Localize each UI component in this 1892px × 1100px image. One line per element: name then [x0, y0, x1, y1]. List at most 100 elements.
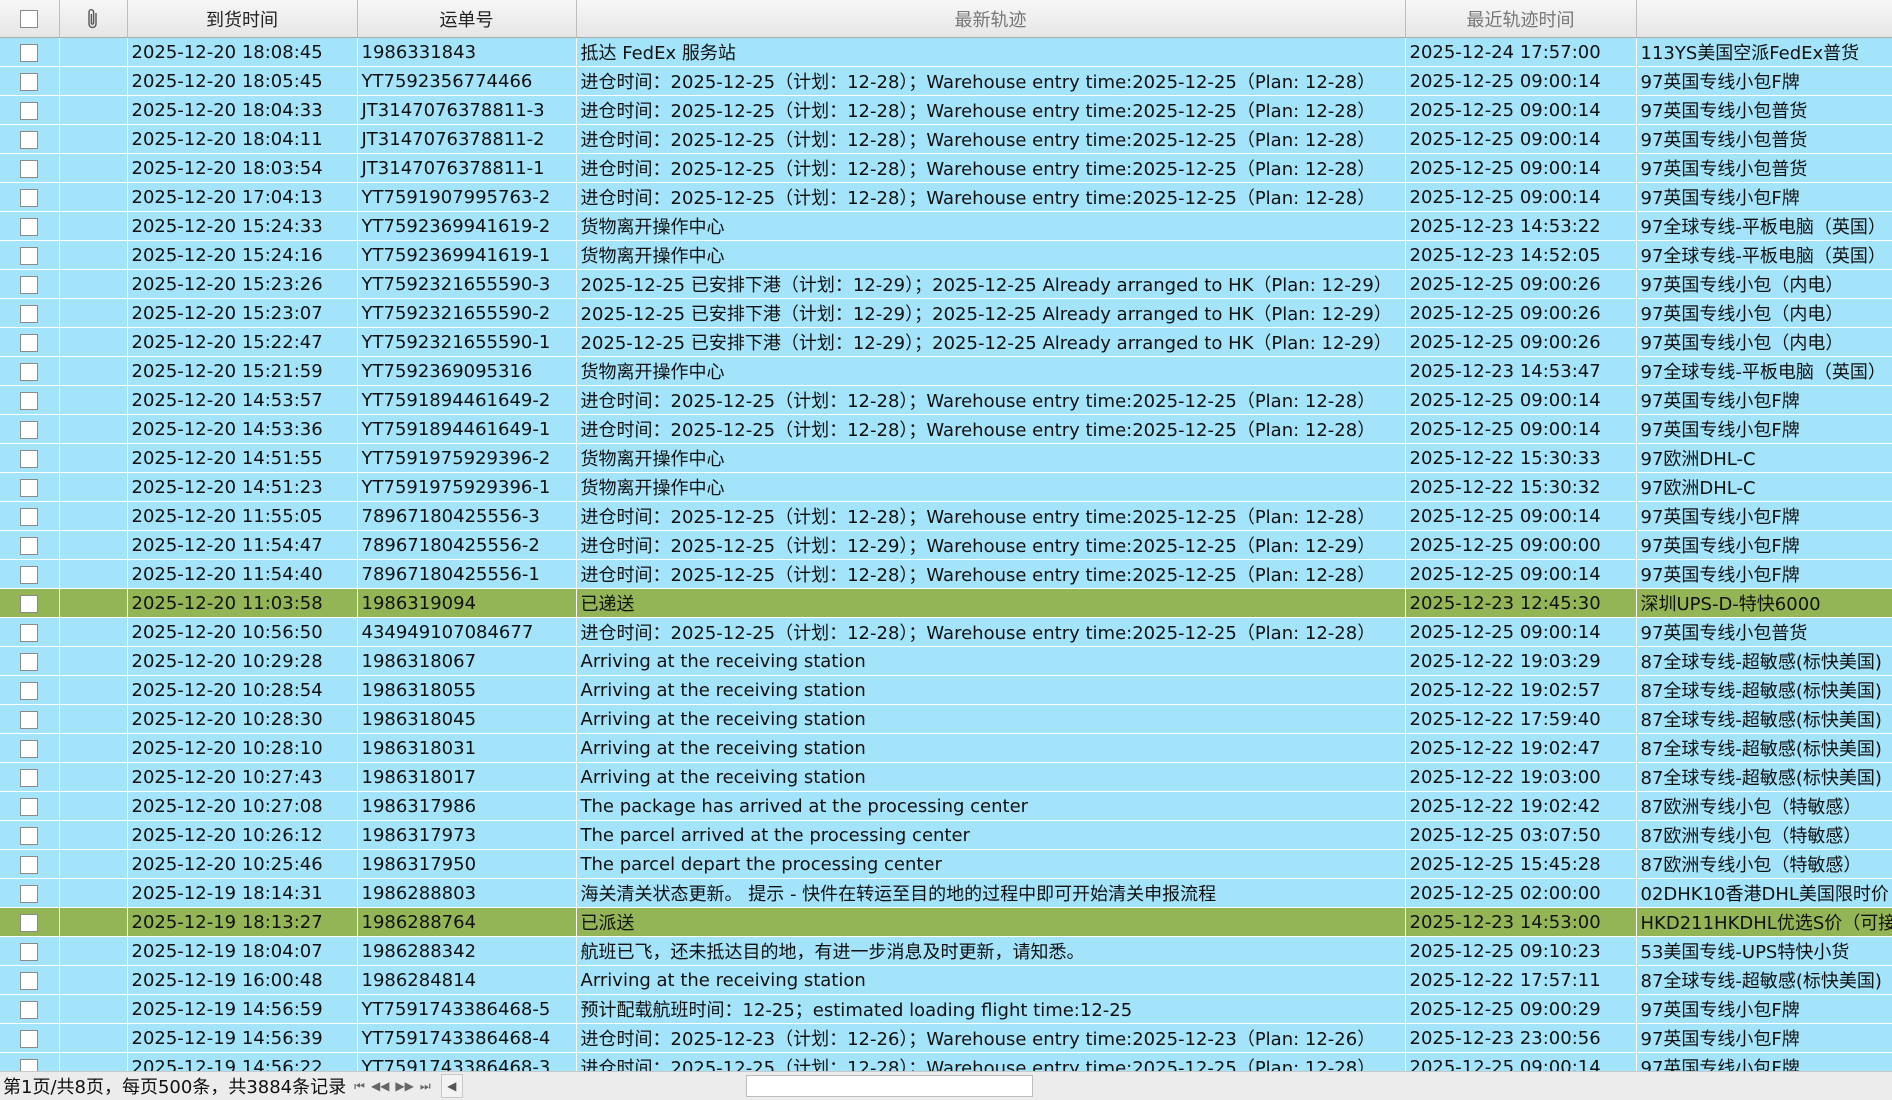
- latest-track-cell[interactable]: 进仓时间：2025-12-25（计划：12-28）；Warehouse entr…: [576, 617, 1406, 647]
- table-row[interactable]: 2025-12-20 14:53:36 YT7591894461649-1 进仓时间…: [0, 414, 1892, 444]
- table-row[interactable]: 2025-12-20 10:28:30 1986318045 Arriving at…: [0, 704, 1892, 734]
- row-checkbox[interactable]: [20, 420, 39, 439]
- row-checkbox[interactable]: [20, 797, 39, 816]
- arrival-time-cell[interactable]: 2025-12-20 10:56:50: [127, 617, 358, 647]
- channel-cell[interactable]: 97英国专线小包F牌: [1636, 182, 1892, 212]
- waybill-no-cell[interactable]: YT7592356774466: [357, 66, 577, 96]
- table-row[interactable]: 2025-12-20 15:22:47 YT7592321655590-1 2025…: [0, 327, 1892, 357]
- channel-cell[interactable]: 87欧洲专线小包（特敏感）: [1636, 849, 1892, 879]
- latest-track-time-cell[interactable]: 2025-12-23 14:53:47: [1405, 356, 1637, 386]
- waybill-no-cell[interactable]: YT7592321655590-1: [357, 327, 577, 357]
- latest-track-time-cell[interactable]: 2025-12-25 09:00:14: [1405, 559, 1637, 589]
- latest-track-cell[interactable]: 进仓时间：2025-12-25（计划：12-28）；Warehouse entr…: [576, 559, 1406, 589]
- table-row[interactable]: 2025-12-19 18:04:07 1986288342 航班已飞，还未抵达目的…: [0, 936, 1892, 966]
- row-checkbox[interactable]: [20, 710, 39, 729]
- latest-track-cell[interactable]: Arriving at the receiving station: [576, 762, 1406, 792]
- latest-track-cell[interactable]: 进仓时间：2025-12-25（计划：12-28）；Warehouse entr…: [576, 1052, 1406, 1071]
- table-row[interactable]: 2025-12-20 10:28:10 1986318031 Arriving at…: [0, 733, 1892, 763]
- arrival-time-cell[interactable]: 2025-12-20 10:28:30: [127, 704, 358, 734]
- latest-track-cell[interactable]: 2025-12-25 已安排下港（计划：12-29）；2025-12-25 Al…: [576, 269, 1406, 299]
- channel-cell[interactable]: 97英国专线小包F牌: [1636, 1052, 1892, 1071]
- row-checkbox[interactable]: [20, 391, 39, 410]
- arrival-time-cell[interactable]: 2025-12-20 18:08:45: [127, 37, 358, 67]
- table-row[interactable]: 2025-12-20 15:24:33 YT7592369941619-2 货物离开…: [0, 211, 1892, 241]
- attachment-cell[interactable]: [59, 95, 128, 125]
- attachment-cell[interactable]: [59, 559, 128, 589]
- latest-track-cell[interactable]: 航班已飞，还未抵达目的地，有进一步消息及时更新，请知悉。: [576, 936, 1406, 966]
- waybill-no-cell[interactable]: YT7592369941619-2: [357, 211, 577, 241]
- waybill-no-cell[interactable]: YT7591975929396-2: [357, 443, 577, 473]
- column-header-arrival-time[interactable]: 到货时间: [127, 0, 358, 38]
- arrival-time-cell[interactable]: 2025-12-20 11:55:05: [127, 501, 358, 531]
- latest-track-time-cell[interactable]: 2025-12-22 17:57:11: [1405, 965, 1637, 995]
- arrival-time-cell[interactable]: 2025-12-19 18:13:27: [127, 907, 358, 937]
- arrival-time-cell[interactable]: 2025-12-20 11:54:40: [127, 559, 358, 589]
- channel-cell[interactable]: 97英国专线小包普货: [1636, 153, 1892, 183]
- waybill-no-cell[interactable]: 78967180425556-1: [357, 559, 577, 589]
- channel-cell[interactable]: 97英国专线小包（内电）: [1636, 327, 1892, 357]
- column-header-latest-track-time[interactable]: 最近轨迹时间: [1405, 0, 1637, 38]
- table-row[interactable]: 2025-12-20 11:03:58 1986319094 已递送 2025-12-…: [0, 588, 1892, 618]
- row-checkbox[interactable]: [20, 826, 39, 845]
- table-row[interactable]: 2025-12-20 15:21:59 YT7592369095316 货物离开操作…: [0, 356, 1892, 386]
- latest-track-time-cell[interactable]: 2025-12-23 23:00:56: [1405, 1023, 1637, 1053]
- row-checkbox[interactable]: [20, 275, 39, 294]
- channel-cell[interactable]: 97英国专线小包普货: [1636, 617, 1892, 647]
- latest-track-cell[interactable]: 进仓时间：2025-12-25（计划：12-28）；Warehouse entr…: [576, 182, 1406, 212]
- latest-track-time-cell[interactable]: 2025-12-25 09:00:14: [1405, 66, 1637, 96]
- channel-cell[interactable]: 97英国专线小包F牌: [1636, 530, 1892, 560]
- waybill-no-cell[interactable]: JT3147076378811-3: [357, 95, 577, 125]
- row-checkbox[interactable]: [20, 159, 39, 178]
- latest-track-time-cell[interactable]: 2025-12-25 09:00:26: [1405, 327, 1637, 357]
- arrival-time-cell[interactable]: 2025-12-19 18:14:31: [127, 878, 358, 908]
- table-row[interactable]: 2025-12-20 17:04:13 YT7591907995763-2 进仓时间…: [0, 182, 1892, 212]
- latest-track-cell[interactable]: Arriving at the receiving station: [576, 733, 1406, 763]
- latest-track-time-cell[interactable]: 2025-12-25 09:00:26: [1405, 269, 1637, 299]
- table-row[interactable]: 2025-12-20 14:51:55 YT7591975929396-2 货物离开…: [0, 443, 1892, 473]
- column-header-channel[interactable]: [1636, 0, 1892, 38]
- waybill-no-cell[interactable]: 1986288764: [357, 907, 577, 937]
- latest-track-cell[interactable]: Arriving at the receiving station: [576, 675, 1406, 705]
- attachment-cell[interactable]: [59, 1023, 128, 1053]
- row-checkbox[interactable]: [20, 623, 39, 642]
- scroll-track[interactable]: [463, 1074, 1881, 1098]
- table-row[interactable]: 2025-12-20 15:24:16 YT7592369941619-1 货物离开…: [0, 240, 1892, 270]
- latest-track-cell[interactable]: 进仓时间：2025-12-23（计划：12-26）；Warehouse entr…: [576, 1023, 1406, 1053]
- attachment-cell[interactable]: [59, 385, 128, 415]
- latest-track-time-cell[interactable]: 2025-12-25 09:00:14: [1405, 385, 1637, 415]
- latest-track-cell[interactable]: 海关清关状态更新。 提示 - 快件在转运至目的地的过程中即可开始清关申报流程: [576, 878, 1406, 908]
- row-checkbox[interactable]: [20, 855, 39, 874]
- waybill-no-cell[interactable]: YT7591743386468-3: [357, 1052, 577, 1071]
- channel-cell[interactable]: 87欧洲专线小包（特敏感）: [1636, 791, 1892, 821]
- attachment-cell[interactable]: [59, 327, 128, 357]
- row-checkbox[interactable]: [20, 1029, 39, 1048]
- waybill-no-cell[interactable]: 1986317950: [357, 849, 577, 879]
- latest-track-time-cell[interactable]: 2025-12-23 14:52:05: [1405, 240, 1637, 270]
- waybill-no-cell[interactable]: 1986317986: [357, 791, 577, 821]
- arrival-time-cell[interactable]: 2025-12-20 11:54:47: [127, 530, 358, 560]
- header-attachment-cell[interactable]: [59, 0, 128, 38]
- row-checkbox[interactable]: [20, 884, 39, 903]
- row-checkbox[interactable]: [20, 565, 39, 584]
- latest-track-cell[interactable]: 进仓时间：2025-12-25（计划：12-28）；Warehouse entr…: [576, 124, 1406, 154]
- table-row[interactable]: 2025-12-19 18:13:27 1986288764 已派送 2025-12-…: [0, 907, 1892, 937]
- arrival-time-cell[interactable]: 2025-12-20 18:04:33: [127, 95, 358, 125]
- arrival-time-cell[interactable]: 2025-12-20 15:23:26: [127, 269, 358, 299]
- waybill-no-cell[interactable]: 1986318055: [357, 675, 577, 705]
- row-checkbox[interactable]: [20, 246, 39, 265]
- waybill-no-cell[interactable]: 1986319094: [357, 588, 577, 618]
- latest-track-time-cell[interactable]: 2025-12-25 03:07:50: [1405, 820, 1637, 850]
- row-checkbox[interactable]: [20, 971, 39, 990]
- row-checkbox[interactable]: [20, 652, 39, 671]
- table-row[interactable]: 2025-12-20 10:26:12 1986317973 The parcel …: [0, 820, 1892, 850]
- table-row[interactable]: 2025-12-20 10:29:28 1986318067 Arriving at…: [0, 646, 1892, 676]
- channel-cell[interactable]: HKD211HKDHL优选S价（可接: [1636, 907, 1892, 937]
- row-checkbox[interactable]: [20, 101, 39, 120]
- latest-track-time-cell[interactable]: 2025-12-23 14:53:22: [1405, 211, 1637, 241]
- latest-track-time-cell[interactable]: 2025-12-25 09:00:14: [1405, 1052, 1637, 1071]
- waybill-no-cell[interactable]: YT7591894461649-1: [357, 414, 577, 444]
- waybill-no-cell[interactable]: YT7592321655590-3: [357, 269, 577, 299]
- attachment-cell[interactable]: [59, 501, 128, 531]
- channel-cell[interactable]: 深圳UPS-D-特快6000: [1636, 588, 1892, 618]
- arrival-time-cell[interactable]: 2025-12-19 14:56:39: [127, 1023, 358, 1053]
